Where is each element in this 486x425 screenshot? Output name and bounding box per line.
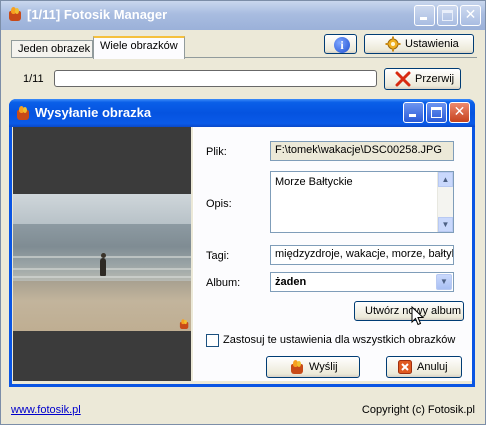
album-selected-value: żaden (275, 276, 307, 288)
image-details-form: Plik: F:\tomek\wakacje\DSC00258.JPG Opis… (193, 127, 472, 381)
maximize-button[interactable] (437, 5, 458, 26)
cancel-x-icon (398, 360, 412, 374)
minimize-button[interactable] (414, 5, 435, 26)
progress-counter: 1/11 (23, 73, 44, 85)
main-titlebar[interactable]: [1/11] Fotosik Manager ✕ (1, 1, 485, 30)
abort-button[interactable]: Przerwij (384, 68, 461, 90)
window-title: [1/11] Fotosik Manager (27, 7, 168, 22)
fotosik-watermark-icon (179, 319, 189, 329)
description-text: Morze Bałtyckie (275, 176, 353, 188)
file-label: Plik: (206, 146, 227, 158)
dialog-titlebar[interactable]: Wysyłanie obrazka ✕ (9, 99, 475, 127)
close-icon: ✕ (453, 104, 466, 120)
album-label: Album: (206, 277, 241, 289)
settings-button[interactable]: Ustawienia (364, 34, 474, 54)
scroll-down-icon[interactable]: ▼ (438, 217, 453, 232)
scroll-up-icon[interactable]: ▲ (438, 172, 453, 187)
upload-dialog: Wysyłanie obrazka ✕ Plik: F:\tomek\wakac… (9, 99, 475, 387)
tags-input[interactable]: międzyzdroje, wakacje, morze, bałtyk (270, 245, 454, 265)
settings-label: Ustawienia (405, 38, 459, 50)
dialog-app-icon[interactable] (15, 105, 31, 121)
apply-all-label[interactable]: Zastosuj te ustawienia dla wszystkich ob… (223, 334, 455, 346)
album-select[interactable]: żaden ▼ (270, 272, 454, 292)
send-label: Wyślij (309, 361, 338, 373)
upload-progress-bar (54, 70, 377, 87)
minimize-icon (420, 17, 427, 20)
abort-label: Przerwij (415, 73, 455, 85)
cancel-button[interactable]: Anuluj (386, 356, 462, 378)
create-album-button[interactable]: Utwórz nowy album (354, 301, 464, 321)
description-scrollbar[interactable]: ▲ ▼ (437, 172, 453, 232)
copyright-text: Copyright (c) Fotosik.pl (361, 404, 475, 416)
dialog-body: Plik: F:\tomek\wakacje\DSC00258.JPG Opis… (12, 127, 472, 384)
dialog-title: Wysyłanie obrazka (35, 105, 152, 120)
beach-photo-preview (13, 194, 191, 331)
tags-label: Tagi: (206, 250, 230, 262)
dialog-maximize-button[interactable] (426, 102, 447, 123)
maximize-icon (431, 107, 442, 118)
fotosik-app-icon[interactable] (7, 6, 23, 22)
send-icon (289, 359, 305, 375)
close-button[interactable]: ✕ (460, 5, 481, 26)
image-preview-pane (13, 127, 191, 381)
mouse-cursor-icon (411, 306, 425, 326)
description-textarea[interactable]: Morze Bałtyckie ▲ ▼ (270, 171, 454, 233)
file-path-field: F:\tomek\wakacje\DSC00258.JPG (270, 141, 454, 161)
abort-x-icon (395, 71, 411, 87)
description-label: Opis: (206, 198, 232, 210)
close-icon: ✕ (464, 7, 477, 23)
dialog-close-button[interactable]: ✕ (449, 102, 470, 123)
tab-panel-border (11, 57, 477, 58)
info-icon: i (334, 37, 350, 53)
maximize-icon (442, 10, 453, 21)
tab-single-image[interactable]: Jeden obrazek (11, 40, 93, 58)
send-button[interactable]: Wyślij (266, 356, 360, 378)
minimize-icon (409, 114, 416, 117)
chevron-down-icon[interactable]: ▼ (436, 274, 452, 290)
apply-all-checkbox[interactable] (206, 334, 219, 347)
fotosik-website-link[interactable]: www.fotosik.pl (11, 404, 81, 416)
cancel-label: Anuluj (417, 361, 448, 373)
info-button[interactable]: i (324, 34, 357, 54)
tab-multiple-images[interactable]: Wiele obrazków (93, 36, 185, 59)
dialog-minimize-button[interactable] (403, 102, 424, 123)
settings-gear-icon (385, 36, 401, 52)
